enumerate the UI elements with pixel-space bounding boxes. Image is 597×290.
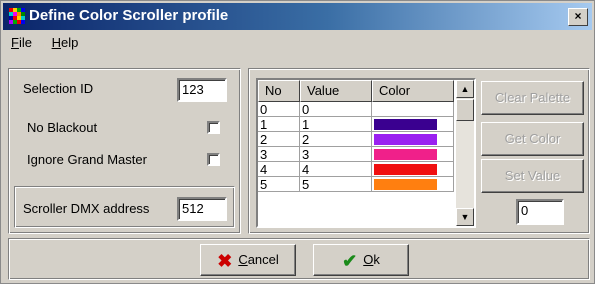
menu-help[interactable]: Help <box>52 32 79 54</box>
table-row[interactable]: 33 <box>258 147 454 162</box>
menu-file[interactable]: File <box>11 32 32 54</box>
selection-id-label: Selection ID <box>23 81 94 96</box>
cell-value[interactable]: 0 <box>300 102 372 117</box>
ok-label-rest: k <box>373 252 380 267</box>
cell-no[interactable]: 4 <box>258 162 300 177</box>
color-swatch <box>374 179 437 190</box>
cancel-button[interactable]: ✖ Cancel <box>200 244 296 276</box>
menu-file-mnemonic: F <box>11 35 19 50</box>
scroll-thumb[interactable] <box>456 99 474 121</box>
cell-color[interactable] <box>372 162 454 177</box>
color-swatch <box>374 149 437 160</box>
color-swatch <box>374 134 437 145</box>
scroll-up-arrow-icon[interactable]: ▲ <box>456 80 474 98</box>
no-blackout-checkbox[interactable] <box>207 121 220 134</box>
clear-palette-button[interactable]: Clear Palette <box>481 81 584 115</box>
title-bar[interactable]: Define Color Scroller profile × <box>3 3 592 30</box>
cell-value[interactable]: 1 <box>300 117 372 132</box>
set-value-button[interactable]: Set Value <box>481 159 584 193</box>
dialog-window: Define Color Scroller profile × File Hel… <box>0 0 595 284</box>
table-row[interactable]: 11 <box>258 117 454 132</box>
ok-check-icon: ✔ <box>342 250 358 271</box>
table-vertical-scrollbar[interactable]: ▲ ▼ <box>456 80 474 226</box>
color-swatch <box>374 164 437 175</box>
selection-id-input[interactable]: 123 <box>177 78 227 102</box>
column-header-color[interactable]: Color <box>372 80 454 102</box>
table-row[interactable]: 55 <box>258 177 454 192</box>
cell-value[interactable]: 2 <box>300 132 372 147</box>
ok-button[interactable]: ✔ Ok <box>313 244 409 276</box>
cell-color[interactable] <box>372 102 454 117</box>
ignore-grand-master-label: Ignore Grand Master <box>27 152 147 167</box>
dmx-address-label: Scroller DMX address <box>23 201 150 216</box>
cell-color[interactable] <box>372 132 454 147</box>
cell-color[interactable] <box>372 177 454 192</box>
cell-value[interactable]: 3 <box>300 147 372 162</box>
color-swatch <box>374 104 437 115</box>
column-header-value[interactable]: Value <box>300 80 372 102</box>
color-table[interactable]: No Value Color 001122334455 ▲ ▼ <box>256 78 476 228</box>
footer-panel <box>8 238 590 280</box>
cell-color[interactable] <box>372 147 454 162</box>
menu-file-rest: ile <box>18 35 32 50</box>
no-blackout-label: No Blackout <box>27 120 98 135</box>
app-icon <box>9 8 25 24</box>
cell-no[interactable]: 5 <box>258 177 300 192</box>
menu-help-rest: elp <box>60 35 79 50</box>
table-row[interactable]: 00 <box>258 102 454 117</box>
close-button[interactable]: × <box>568 8 588 26</box>
menu-bar: File Help <box>3 32 86 54</box>
cancel-x-icon: ✖ <box>217 250 233 271</box>
cancel-label-rest: ancel <box>247 252 279 267</box>
cell-no[interactable]: 1 <box>258 117 300 132</box>
cell-value[interactable]: 5 <box>300 177 372 192</box>
table-row[interactable]: 44 <box>258 162 454 177</box>
cell-no[interactable]: 2 <box>258 132 300 147</box>
color-swatch <box>374 119 437 130</box>
scroll-down-arrow-icon[interactable]: ▼ <box>456 208 474 226</box>
cell-no[interactable]: 0 <box>258 102 300 117</box>
ok-label-mnemonic: O <box>363 252 374 267</box>
dmx-address-input[interactable]: 512 <box>177 197 227 221</box>
column-header-no[interactable]: No <box>258 80 300 102</box>
cell-no[interactable]: 3 <box>258 147 300 162</box>
cell-color[interactable] <box>372 117 454 132</box>
window-title: Define Color Scroller profile <box>29 7 229 24</box>
menu-help-mnemonic: H <box>51 35 61 50</box>
ignore-grand-master-checkbox[interactable] <box>207 153 220 166</box>
get-color-button[interactable]: Get Color <box>481 122 584 156</box>
set-value-input[interactable]: 0 <box>516 199 564 225</box>
cell-value[interactable]: 4 <box>300 162 372 177</box>
table-row[interactable]: 22 <box>258 132 454 147</box>
cancel-label-mnemonic: C <box>238 252 248 267</box>
